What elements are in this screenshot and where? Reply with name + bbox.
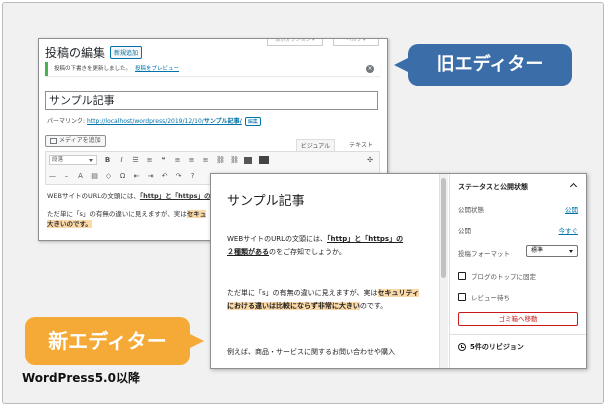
format-select[interactable]: 段落 (49, 155, 97, 165)
history-icon (458, 343, 466, 351)
dismiss-icon[interactable]: × (366, 65, 374, 73)
align-center-icon[interactable]: ≡ (188, 155, 195, 165)
new-editor-callout: 新エディター (25, 317, 204, 365)
page-title-row: 投稿の編集 新規追加 (45, 44, 143, 61)
italic-icon[interactable]: I (118, 155, 125, 165)
chevron-up-icon[interactable] (569, 182, 578, 191)
add-new-button[interactable]: 新規追加 (110, 46, 143, 59)
blockquote-icon[interactable]: ❝ (160, 155, 167, 165)
editor-tabs: ビジュアル テキスト (295, 139, 377, 151)
checkbox-icon[interactable] (458, 272, 466, 280)
help-icon[interactable]: ? (189, 171, 196, 181)
toolbar-row-1: 段落 B I ☰ ≡ ❝ ≡ ≡ ≡ ⛓ ⛓ (46, 152, 379, 168)
tab-visual[interactable]: ビジュアル (295, 139, 336, 151)
post-format-select[interactable]: 標準 (526, 245, 578, 257)
status-panel-title[interactable]: ステータスと公開状態 (458, 182, 528, 192)
bold-icon[interactable]: B (104, 155, 111, 165)
publish-date-toggle[interactable]: 今すぐ (559, 225, 579, 235)
revisions-link[interactable]: 5件のリビジョン (458, 342, 524, 352)
bullet-list-icon[interactable]: ☰ (132, 155, 139, 165)
paragraph-block-3[interactable]: 例えば、商品・サービスに関するお問い合わせや購入 (227, 346, 423, 359)
post-title-input[interactable]: サンプル記事 (45, 91, 378, 110)
hr-icon[interactable]: – (63, 171, 70, 181)
permalink-label: パーマリンク: (47, 118, 86, 125)
help-tab[interactable]: ヘルプ ▾ (333, 39, 379, 46)
checkbox-icon[interactable] (458, 293, 466, 301)
highlighted-text: セキュ (186, 210, 207, 218)
permalink-slug[interactable]: サンプル記事/ (204, 118, 242, 125)
indent-icon[interactable]: ⇥ (147, 171, 154, 181)
media-icon (50, 138, 57, 144)
page-title: 投稿の編集 (45, 46, 106, 60)
pending-review-checkbox[interactable]: レビュー待ち (458, 292, 510, 302)
text-color-icon[interactable]: A (77, 171, 84, 181)
strikethrough-icon[interactable]: — (49, 171, 56, 181)
outdent-icon[interactable]: ⇤ (133, 171, 140, 181)
divider (450, 334, 586, 335)
permalink-edit-button[interactable]: 編集 (244, 117, 261, 126)
scrollbar-thumb[interactable] (441, 178, 446, 278)
post-format-label: 投稿フォーマット (458, 250, 510, 258)
document-settings-sidebar: ステータスと公開状態 公開状態 公開 公開 今すぐ 投稿フォーマット 標準 ブロ… (449, 174, 586, 368)
publish-row: 公開 今すぐ (458, 225, 578, 235)
preview-link[interactable]: 投稿をプレビュー (135, 66, 179, 72)
revisions-label: 5件のリビジョン (470, 343, 524, 351)
add-media-label: メディアを追加 (59, 137, 101, 144)
stick-to-top-label: ブログのトップに固定 (471, 273, 536, 281)
body-text-run: ただ単に「s」の有無の違いに見えますが、実は (47, 210, 187, 218)
visibility-row: 公開状態 公開 (458, 204, 578, 214)
publish-label: 公開 (458, 227, 471, 235)
paragraph-text: ただ単に「s」の有無の違いに見えますが、実は (227, 289, 378, 297)
paragraph-text: のです。 (359, 302, 388, 310)
stick-to-top-checkbox[interactable]: ブログのトップに固定 (458, 271, 536, 281)
visibility-toggle[interactable]: 公開 (565, 204, 578, 214)
permalink-url[interactable]: http://localhost/wordpress/2019/12/10/ (87, 118, 204, 125)
block-editor-screenshot: サンプル記事 WEBサイトのURLの文頭には、「http」と「https」の ２種… (210, 173, 587, 369)
post-format-row: 投稿フォーマット 標準 (458, 245, 578, 258)
editor-canvas[interactable]: サンプル記事 WEBサイトのURLの文頭には、「http」と「https」の ２種… (211, 174, 439, 368)
paste-text-icon[interactable]: ▤ (91, 171, 98, 181)
unlink-icon[interactable]: ⛓ (230, 155, 239, 165)
screen-options-tab[interactable]: 表示オプション ▾ (267, 39, 323, 46)
highlighted-text: 大きいのです。 (47, 220, 92, 228)
underlined-text: 「http」と「https」の (327, 235, 404, 243)
fullscreen-icon[interactable]: ✣ (367, 156, 373, 164)
pending-review-label: レビュー待ち (471, 294, 510, 302)
update-notice: 投稿の下書きを更新しました。 投稿をプレビュー × (45, 62, 380, 76)
clear-format-icon[interactable]: ◇ (105, 171, 112, 181)
body-text-run: WEBサイトのURLの文頭には、 (47, 192, 140, 200)
align-left-icon[interactable]: ≡ (174, 155, 181, 165)
paragraph-text: のをご存知でしょうか。 (269, 248, 346, 256)
link-icon[interactable]: ⛓ (216, 155, 225, 165)
move-to-trash-button[interactable]: ゴミ箱へ移動 (458, 312, 578, 326)
notice-text: 投稿の下書きを更新しました。 (54, 66, 132, 72)
toolbar-toggle-icon[interactable] (259, 156, 269, 164)
tab-text[interactable]: テキスト (345, 139, 377, 151)
special-char-icon[interactable]: Ω (119, 171, 126, 181)
add-media-button[interactable]: メディアを追加 (45, 135, 106, 147)
undo-icon[interactable]: ↶ (161, 171, 168, 181)
underlined-text: ２種類がある (227, 248, 269, 256)
version-note: WordPress5.0以降 (22, 371, 140, 385)
underlined-text: 「http」と「https」の (139, 192, 211, 200)
read-more-icon[interactable] (244, 156, 252, 164)
visibility-label: 公開状態 (458, 206, 484, 214)
old-editor-callout: 旧エディター (394, 44, 572, 86)
paragraph-text: WEBサイトのURLの文頭には、 (227, 235, 328, 243)
numbered-list-icon[interactable]: ≡ (146, 155, 153, 165)
redo-icon[interactable]: ↷ (175, 171, 182, 181)
paragraph-block-2[interactable]: ただ単に「s」の有無の違いに見えますが、実はセキュリティにおける違いは比較になら… (227, 287, 423, 313)
align-right-icon[interactable]: ≡ (202, 155, 209, 165)
paragraph-block-1[interactable]: WEBサイトのURLの文頭には、「http」と「https」の ２種類があるのをご… (227, 233, 423, 259)
permalink: パーマリンク: http://localhost/wordpress/2019/1… (47, 116, 261, 126)
post-title[interactable]: サンプル記事 (227, 190, 305, 209)
